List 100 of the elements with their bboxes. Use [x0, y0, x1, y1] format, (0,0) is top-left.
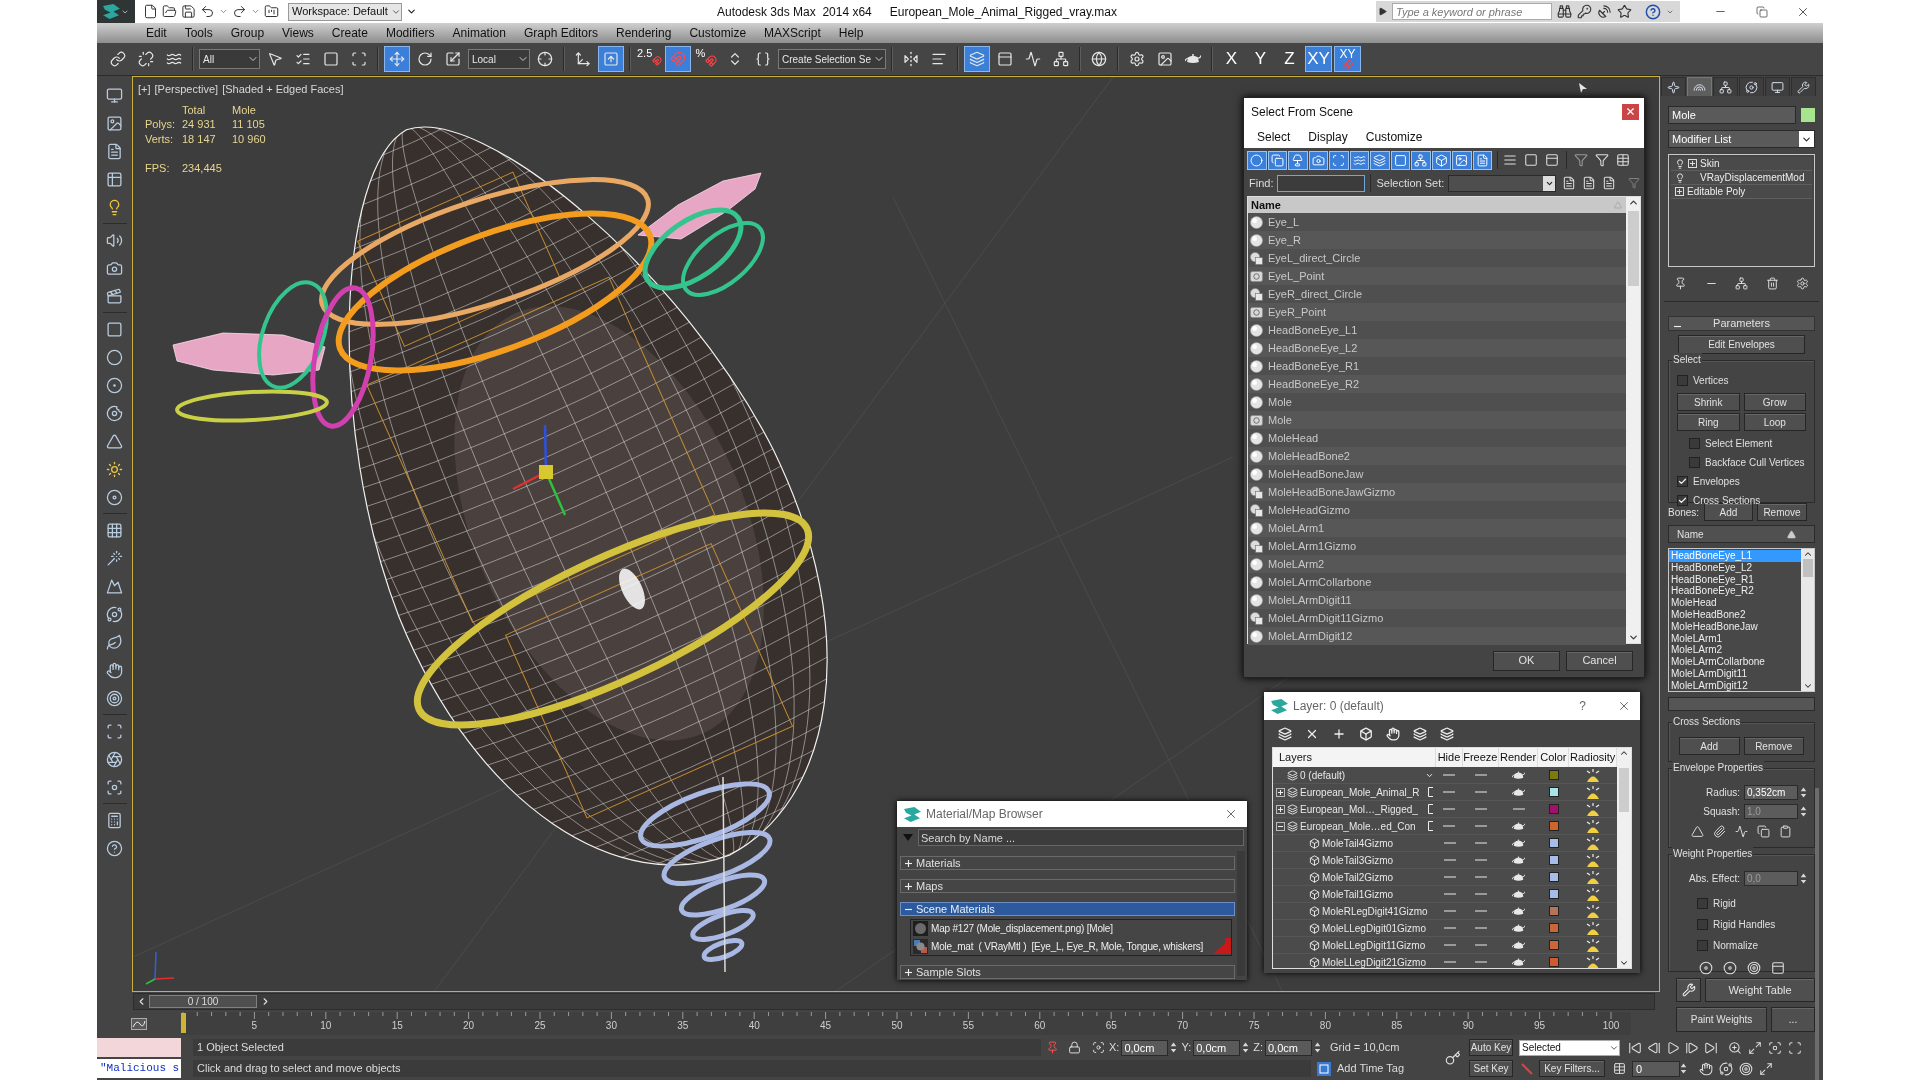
dash-icon[interactable] [1443, 893, 1456, 895]
command-panel-tab[interactable] [1713, 77, 1738, 96]
command-panel-tab[interactable] [1791, 77, 1816, 96]
satellite-dish-icon[interactable] [1597, 4, 1612, 19]
spinner-arrows-icon[interactable] [1800, 873, 1807, 884]
coordinate-field[interactable]: 0,0cm [1193, 1039, 1241, 1056]
track-bar[interactable]: 5 10 15 20 25 30 35 40 45 50 55 60 65 70 75 80 85 90 95 100 [181, 1012, 1631, 1035]
bracket-icon[interactable] [1428, 804, 1435, 814]
dash-icon[interactable] [1474, 842, 1487, 844]
plus-box-icon[interactable] [1276, 787, 1285, 797]
checkbox[interactable] [1689, 457, 1700, 468]
step-forward-icon[interactable] [1685, 1040, 1699, 1055]
dropdown[interactable]: Local [468, 49, 530, 69]
plus-box-icon[interactable] [1688, 159, 1697, 168]
aperture-icon[interactable] [106, 750, 123, 768]
hand-icon[interactable] [1386, 726, 1400, 741]
lock-icon[interactable] [1068, 1041, 1081, 1054]
object-list-item[interactable]: MoleLArmDigit11Gizmo [1248, 609, 1626, 627]
lines-icon[interactable] [1503, 153, 1517, 167]
menu-item[interactable]: Display [1308, 127, 1348, 146]
lamp-icon[interactable] [1585, 819, 1602, 833]
focus-icon[interactable] [1768, 1040, 1782, 1055]
teapot-icon[interactable] [1512, 787, 1526, 797]
modifier-stack-item[interactable]: VRayDisplacementMod [1671, 171, 1812, 185]
color-swatch-icon[interactable] [1548, 770, 1559, 780]
scrollbar[interactable] [1815, 788, 1819, 1080]
more-options-button[interactable]: ... [1771, 1007, 1815, 1032]
dialog-button[interactable]: Cancel [1566, 650, 1633, 671]
auto-key-button[interactable]: Auto Key [1469, 1039, 1513, 1056]
axis-snap-button[interactable]: XY [1334, 46, 1361, 72]
color-swatch-icon[interactable] [1548, 787, 1559, 797]
filter-toggle[interactable] [1390, 150, 1410, 170]
dash-icon[interactable] [1474, 791, 1487, 793]
document-icon[interactable] [1602, 176, 1617, 190]
folder-window-icon[interactable] [264, 4, 279, 19]
snap-button[interactable]: % [693, 46, 720, 72]
curve-toggle-icon[interactable] [131, 1017, 147, 1030]
color-swatch-icon[interactable] [1548, 906, 1559, 916]
clipboard-icon[interactable] [1779, 825, 1792, 838]
add-cross-section-button[interactable]: Add [1679, 737, 1740, 755]
viewport-label[interactable]: [+] [138, 81, 151, 98]
lamp-icon[interactable] [1585, 904, 1602, 918]
list-header[interactable]: Name [1668, 525, 1815, 543]
donut-icon[interactable] [106, 404, 123, 422]
object-list-item[interactable]: HeadBoneEye_R1 [1248, 357, 1626, 375]
key-icon[interactable] [1444, 1050, 1461, 1066]
table-icon[interactable] [106, 170, 123, 188]
object-list-item[interactable]: MoleHeadBone2 [1248, 447, 1626, 465]
object-list-item[interactable]: MoleHeadBoneJawGizmo [1248, 483, 1626, 501]
key-filters-button[interactable]: Key Filters... [1539, 1060, 1605, 1077]
listener-output-field[interactable]: "Malicious s [97, 1059, 181, 1078]
dash-icon[interactable] [1474, 910, 1487, 912]
menu-item[interactable]: Group [221, 24, 274, 42]
clapperboard-icon[interactable] [106, 287, 123, 305]
spinner-arrows-icon[interactable] [1680, 1063, 1687, 1074]
menu-item[interactable]: Animation [443, 24, 515, 42]
zoom-icon[interactable] [1728, 1040, 1742, 1055]
color-swatch-icon[interactable] [1548, 838, 1559, 848]
coordinate-field[interactable]: 0,0cm [1265, 1039, 1312, 1056]
teapot-icon[interactable] [1512, 940, 1526, 950]
object-list-item[interactable]: HeadBoneEye_L1 [1248, 321, 1626, 339]
object-list-item[interactable]: MoleLArm1 [1248, 519, 1626, 537]
dash-icon[interactable] [1443, 961, 1456, 963]
number-field[interactable]: 0,352cm [1744, 785, 1798, 800]
color-swatch-icon[interactable] [1801, 108, 1815, 122]
time-slider-thumb[interactable]: 0 / 100 [149, 995, 257, 1008]
circle-icon[interactable] [106, 348, 123, 366]
lamp-icon[interactable] [1585, 938, 1602, 952]
object-list-item[interactable]: MoleLArmCollarbone [1248, 573, 1626, 591]
spinner-arrows-icon[interactable] [1800, 806, 1807, 817]
teapot-icon[interactable] [1512, 770, 1526, 780]
target-icon[interactable] [1739, 1061, 1753, 1076]
filter-toggle[interactable] [1411, 150, 1431, 170]
scrollbar[interactable] [1617, 748, 1631, 968]
bone-list-item[interactable]: MoleLArmCollarbone [1669, 656, 1801, 668]
axis-button[interactable]: X [1218, 46, 1245, 72]
dash-icon[interactable] [1474, 774, 1487, 776]
lamp-icon[interactable] [1585, 785, 1602, 799]
color-swatch-icon[interactable] [1548, 889, 1559, 899]
plus-box-icon[interactable] [1276, 804, 1285, 814]
teapot-icon[interactable] [1512, 923, 1526, 933]
category-header[interactable]: Maps [900, 879, 1235, 893]
dash-icon[interactable] [1443, 774, 1456, 776]
lamp-icon[interactable] [1585, 887, 1602, 901]
hierarchy-icon[interactable] [1735, 276, 1748, 290]
teapot-icon[interactable] [1512, 838, 1526, 848]
hand-icon[interactable] [106, 661, 123, 679]
checkbox[interactable] [1697, 898, 1708, 909]
skip-back-icon[interactable] [1628, 1040, 1642, 1055]
key-icon[interactable] [1577, 4, 1592, 19]
dash-icon[interactable] [1512, 808, 1525, 810]
category-header[interactable]: Scene Materials [900, 902, 1235, 916]
dash-icon[interactable] [1443, 842, 1456, 844]
filter-toggle[interactable] [1247, 150, 1267, 170]
dropdown[interactable]: All [199, 49, 260, 69]
scrollbar-thumb[interactable] [1627, 211, 1639, 286]
bone-list-item[interactable]: HeadBoneEye_R2 [1669, 585, 1801, 598]
layers-icon[interactable] [1413, 726, 1427, 741]
checkbox[interactable] [1697, 919, 1708, 930]
filter-toggle[interactable] [1308, 150, 1328, 170]
